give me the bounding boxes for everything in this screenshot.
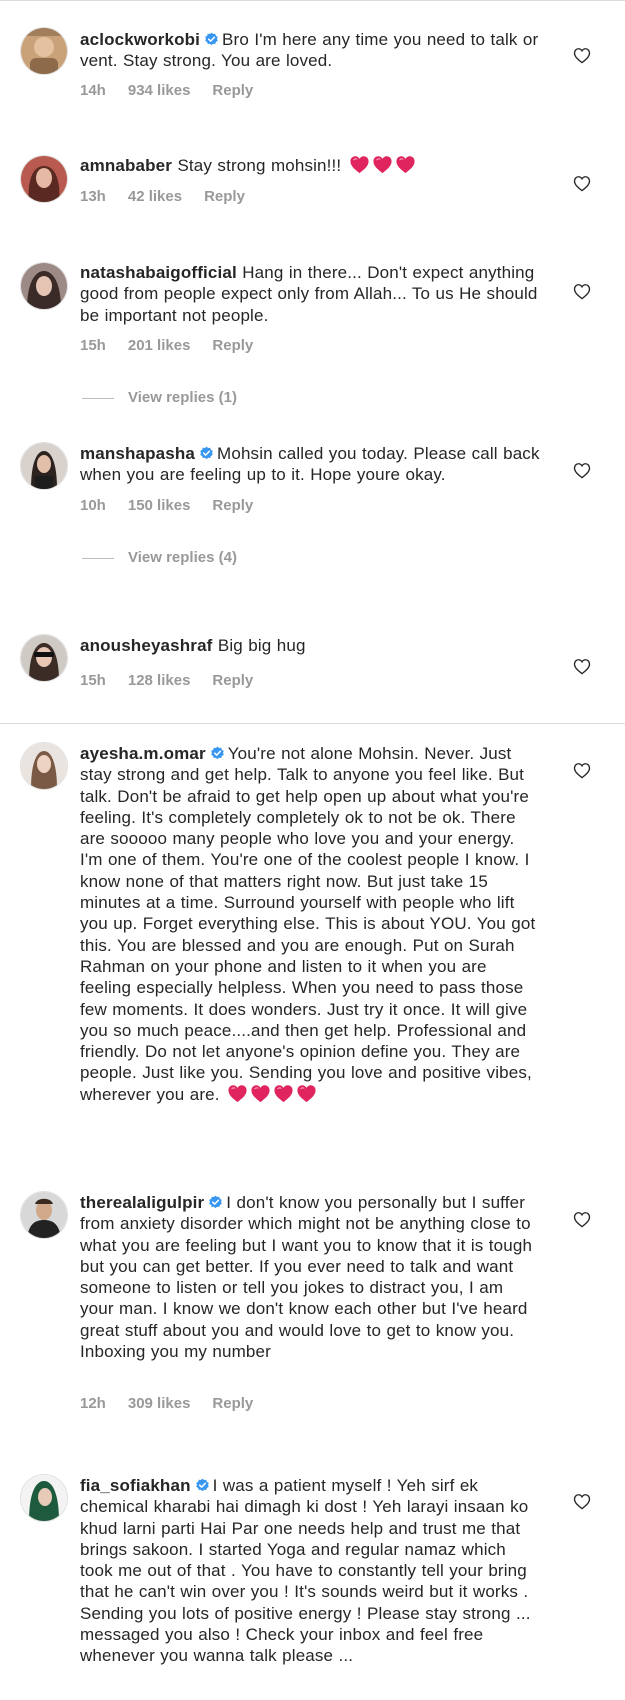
- comment-body: Stay strong mohsin!!!: [177, 156, 342, 175]
- avatar[interactable]: [20, 634, 68, 682]
- heart-outline-icon[interactable]: [573, 658, 591, 675]
- reply-button[interactable]: Reply: [212, 672, 253, 689]
- comment-meta: 15h 128 likes Reply: [80, 672, 275, 689]
- avatar[interactable]: [20, 1191, 68, 1239]
- red-heart-emoji: [273, 1084, 294, 1103]
- username-link[interactable]: therealaligulpir: [80, 1193, 204, 1212]
- section-divider: [0, 723, 625, 724]
- comment-text: fia_sofiakhan I was a patient myself ! Ye…: [80, 1475, 542, 1667]
- reply-button[interactable]: Reply: [204, 188, 245, 205]
- view-replies-button[interactable]: View replies (4): [82, 549, 237, 566]
- reply-button[interactable]: Reply: [212, 1395, 253, 1412]
- timestamp: 15h: [80, 337, 106, 354]
- timestamp: 14h: [80, 82, 106, 99]
- comment-body: Big big hug: [217, 636, 306, 655]
- verified-badge-icon: [208, 1195, 223, 1210]
- red-heart-emoji: [372, 155, 393, 174]
- likes-count[interactable]: 201 likes: [128, 337, 191, 354]
- reply-button[interactable]: Reply: [212, 82, 253, 99]
- avatar[interactable]: [20, 155, 68, 203]
- timestamp: 13h: [80, 188, 106, 205]
- heart-outline-icon[interactable]: [573, 1211, 591, 1228]
- reply-button[interactable]: Reply: [212, 337, 253, 354]
- comment-text: natashabaigofficial Hang in there... Don…: [80, 262, 542, 326]
- comment-body: I was a patient myself ! Yeh sirf ek che…: [80, 1476, 531, 1666]
- heart-outline-icon[interactable]: [573, 283, 591, 300]
- comment-text: anousheyashraf Big big hug: [80, 635, 542, 656]
- heart-outline-icon[interactable]: [573, 1493, 591, 1510]
- comment-body: You're not alone Mohsin. Never. Just sta…: [80, 744, 536, 1104]
- verified-badge-icon: [199, 446, 214, 461]
- username-link[interactable]: manshapasha: [80, 444, 195, 463]
- username-link[interactable]: ayesha.m.omar: [80, 744, 206, 763]
- avatar[interactable]: [20, 742, 68, 790]
- heart-outline-icon[interactable]: [573, 47, 591, 64]
- avatar[interactable]: [20, 262, 68, 310]
- heart-outline-icon[interactable]: [573, 462, 591, 479]
- red-heart-emoji: [227, 1084, 248, 1103]
- username-link[interactable]: anousheyashraf: [80, 636, 212, 655]
- timestamp: 10h: [80, 497, 106, 514]
- heart-outline-icon[interactable]: [573, 175, 591, 192]
- verified-badge-icon: [210, 746, 225, 761]
- red-heart-emoji: [349, 155, 370, 174]
- avatar[interactable]: [20, 442, 68, 490]
- red-heart-emoji: [296, 1084, 317, 1103]
- avatar[interactable]: [20, 27, 68, 75]
- username-link[interactable]: natashabaigofficial: [80, 263, 237, 282]
- comment-text: aclockworkobi Bro I'm here any time you n…: [80, 29, 542, 72]
- comment-meta: 10h 150 likes Reply: [80, 497, 275, 514]
- likes-count[interactable]: 42 likes: [128, 188, 182, 205]
- verified-badge-icon: [204, 32, 219, 47]
- timestamp: 12h: [80, 1395, 106, 1412]
- username-link[interactable]: aclockworkobi: [80, 30, 200, 49]
- comment-text: amnababer Stay strong mohsin!!!: [80, 155, 542, 176]
- username-link[interactable]: fia_sofiakhan: [80, 1476, 191, 1495]
- comment-text: therealaligulpir I don't know you persona…: [80, 1192, 542, 1362]
- red-heart-emoji: [250, 1084, 271, 1103]
- likes-count[interactable]: 309 likes: [128, 1395, 191, 1412]
- top-divider: [0, 0, 625, 1]
- timestamp: 15h: [80, 672, 106, 689]
- username-link[interactable]: amnababer: [80, 156, 172, 175]
- replies-line: [82, 397, 114, 399]
- likes-count[interactable]: 128 likes: [128, 672, 191, 689]
- comment-meta: 15h 201 likes Reply: [80, 337, 275, 354]
- likes-count[interactable]: 934 likes: [128, 82, 191, 99]
- comment-meta: 12h 309 likes Reply: [80, 1395, 275, 1412]
- comment-meta: 13h 42 likes Reply: [80, 188, 267, 205]
- comment-meta: 14h 934 likes Reply: [80, 82, 275, 99]
- comment-text: ayesha.m.omar You're not alone Mohsin. Ne…: [80, 743, 542, 1105]
- likes-count[interactable]: 150 likes: [128, 497, 191, 514]
- avatar[interactable]: [20, 1474, 68, 1522]
- comment-text: manshapasha Mohsin called you today. Plea…: [80, 443, 542, 486]
- comment-body: I don't know you personally but I suffer…: [80, 1193, 533, 1362]
- clipped-meta-row: [80, 1156, 280, 1162]
- reply-button[interactable]: Reply: [212, 497, 253, 514]
- red-heart-emoji: [395, 155, 416, 174]
- replies-line: [82, 557, 114, 559]
- heart-outline-icon[interactable]: [573, 762, 591, 779]
- verified-badge-icon: [195, 1478, 210, 1493]
- view-replies-button[interactable]: View replies (1): [82, 389, 237, 406]
